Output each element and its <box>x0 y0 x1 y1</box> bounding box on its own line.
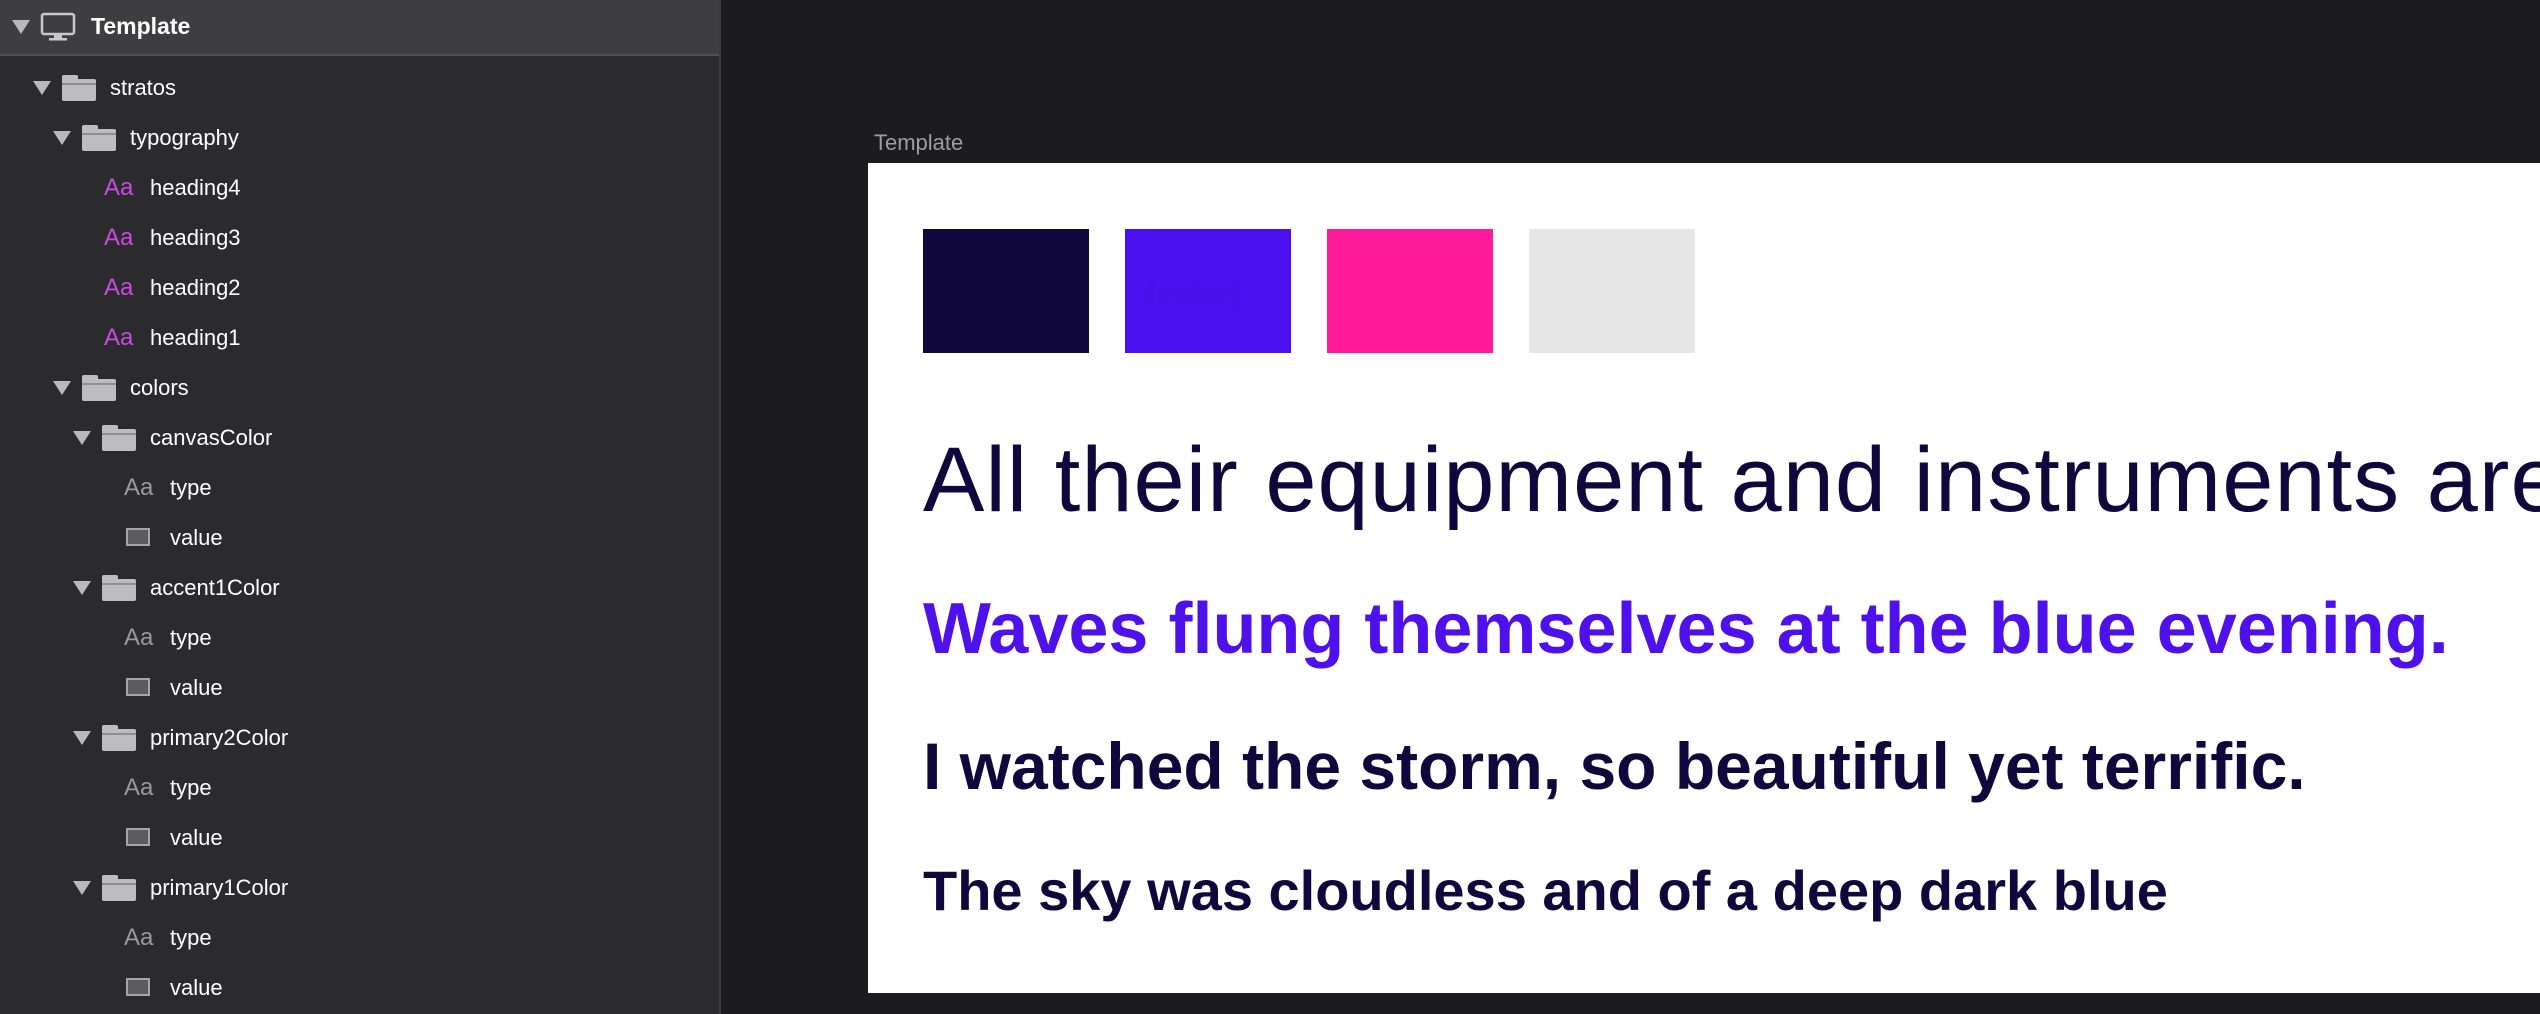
tree-item-label: heading2 <box>150 275 241 300</box>
heading4-sample-text[interactable]: The sky was cloudless and of a deep dark… <box>923 858 2168 923</box>
rectangle-icon <box>126 828 150 846</box>
tree-item-label: accent1Color <box>150 575 280 600</box>
heading3-sample-text[interactable]: I watched the storm, so beautiful yet te… <box>923 728 2306 804</box>
text-style-icon: Aa <box>104 274 134 301</box>
tree-item-heading3[interactable]: Aa heading3 <box>0 213 719 263</box>
tree-item-type[interactable]: Aa type <box>0 463 719 513</box>
disclosure-caret-icon[interactable] <box>53 381 71 395</box>
text-icon: Aa <box>124 474 154 501</box>
tree-item-label: colors <box>130 375 189 400</box>
folder-icon <box>102 425 136 451</box>
tree-item-label: heading1 <box>150 325 241 350</box>
tree-item-canvas-color[interactable]: canvasColor <box>0 413 719 463</box>
text-icon: Aa <box>124 624 154 651</box>
color-swatch-primary2[interactable]: {color} <box>1125 229 1291 353</box>
tree-item-stratos[interactable]: stratos <box>0 63 719 113</box>
artboard[interactable]: {color} All their equipment and instrume… <box>868 163 2540 993</box>
disclosure-caret-icon[interactable] <box>33 81 51 95</box>
text-icon: Aa <box>124 774 154 801</box>
tree-item-value[interactable]: value <box>0 513 719 563</box>
tree-item-label: value <box>170 525 223 550</box>
tree-item-label: type <box>170 475 212 500</box>
tree-item-primary2-color[interactable]: primary2Color <box>0 713 719 763</box>
folder-icon <box>102 875 136 901</box>
folder-icon <box>82 375 116 401</box>
folder-icon <box>102 575 136 601</box>
tree-item-value[interactable]: value <box>0 813 719 863</box>
layers-panel-header[interactable]: Template <box>0 0 719 56</box>
text-style-icon: Aa <box>104 324 134 351</box>
rectangle-icon <box>126 978 150 996</box>
folder-icon <box>62 75 96 101</box>
text-style-icon: Aa <box>104 224 134 251</box>
text-icon: Aa <box>124 924 154 951</box>
document-title: Template <box>91 13 191 39</box>
tree-item-label: typography <box>130 125 239 150</box>
tree-item-label: primary1Color <box>150 875 289 900</box>
artboard-label[interactable]: Template <box>874 130 963 156</box>
tree-item-label: type <box>170 775 212 800</box>
disclosure-caret-icon[interactable] <box>73 431 91 445</box>
disclosure-caret-icon[interactable] <box>53 131 71 145</box>
tree-item-label: type <box>170 925 212 950</box>
tree-item-typography[interactable]: typography <box>0 113 719 163</box>
disclosure-caret-icon[interactable] <box>73 581 91 595</box>
tree-item-type[interactable]: Aa type <box>0 913 719 963</box>
disclosure-caret-icon[interactable] <box>73 881 91 895</box>
text-style-icon: Aa <box>104 174 134 201</box>
tree-item-type[interactable]: Aa type <box>0 763 719 813</box>
tree-item-primary1-color[interactable]: primary1Color <box>0 863 719 913</box>
color-swatch-canvas[interactable] <box>1529 229 1695 353</box>
tree-item-heading1[interactable]: Aa heading1 <box>0 313 719 363</box>
rectangle-icon <box>126 528 150 546</box>
color-token-label: {color} <box>1145 277 1242 310</box>
collapse-caret-icon[interactable] <box>12 20 30 34</box>
tree-item-label: value <box>170 975 223 1000</box>
tree-item-label: stratos <box>110 75 177 100</box>
disclosure-caret-icon[interactable] <box>73 731 91 745</box>
rectangle-icon <box>126 678 150 696</box>
artboard-icon <box>40 12 76 42</box>
tree-item-heading2[interactable]: Aa heading2 <box>0 263 719 313</box>
tree-item-label: canvasColor <box>150 425 273 450</box>
tree-item-label: primary2Color <box>150 725 289 750</box>
tree-item-label: heading3 <box>150 225 241 250</box>
heading1-sample-text[interactable]: All their equipment and instruments are … <box>923 428 2540 533</box>
folder-icon <box>82 125 116 151</box>
tree-item-label: heading4 <box>150 175 241 200</box>
tree-item-accent1-color[interactable]: accent1Color <box>0 563 719 613</box>
tree-item-label: value <box>170 675 223 700</box>
heading2-sample-text[interactable]: Waves flung themselves at the blue eveni… <box>923 588 2449 670</box>
folder-icon <box>102 725 136 751</box>
tree-item-label: type <box>170 625 212 650</box>
color-swatch-primary1[interactable] <box>923 229 1089 353</box>
color-swatch-accent1[interactable] <box>1327 229 1493 353</box>
tree-item-colors[interactable]: colors <box>0 363 719 413</box>
tree-item-type[interactable]: Aa type <box>0 613 719 663</box>
layers-panel: Template stratos typography Aa heading4 … <box>0 0 721 1014</box>
tree-item-label: value <box>170 825 223 850</box>
tree-item-value[interactable]: value <box>0 963 719 1013</box>
tree-item-heading4[interactable]: Aa heading4 <box>0 163 719 213</box>
tree-item-value[interactable]: value <box>0 663 719 713</box>
